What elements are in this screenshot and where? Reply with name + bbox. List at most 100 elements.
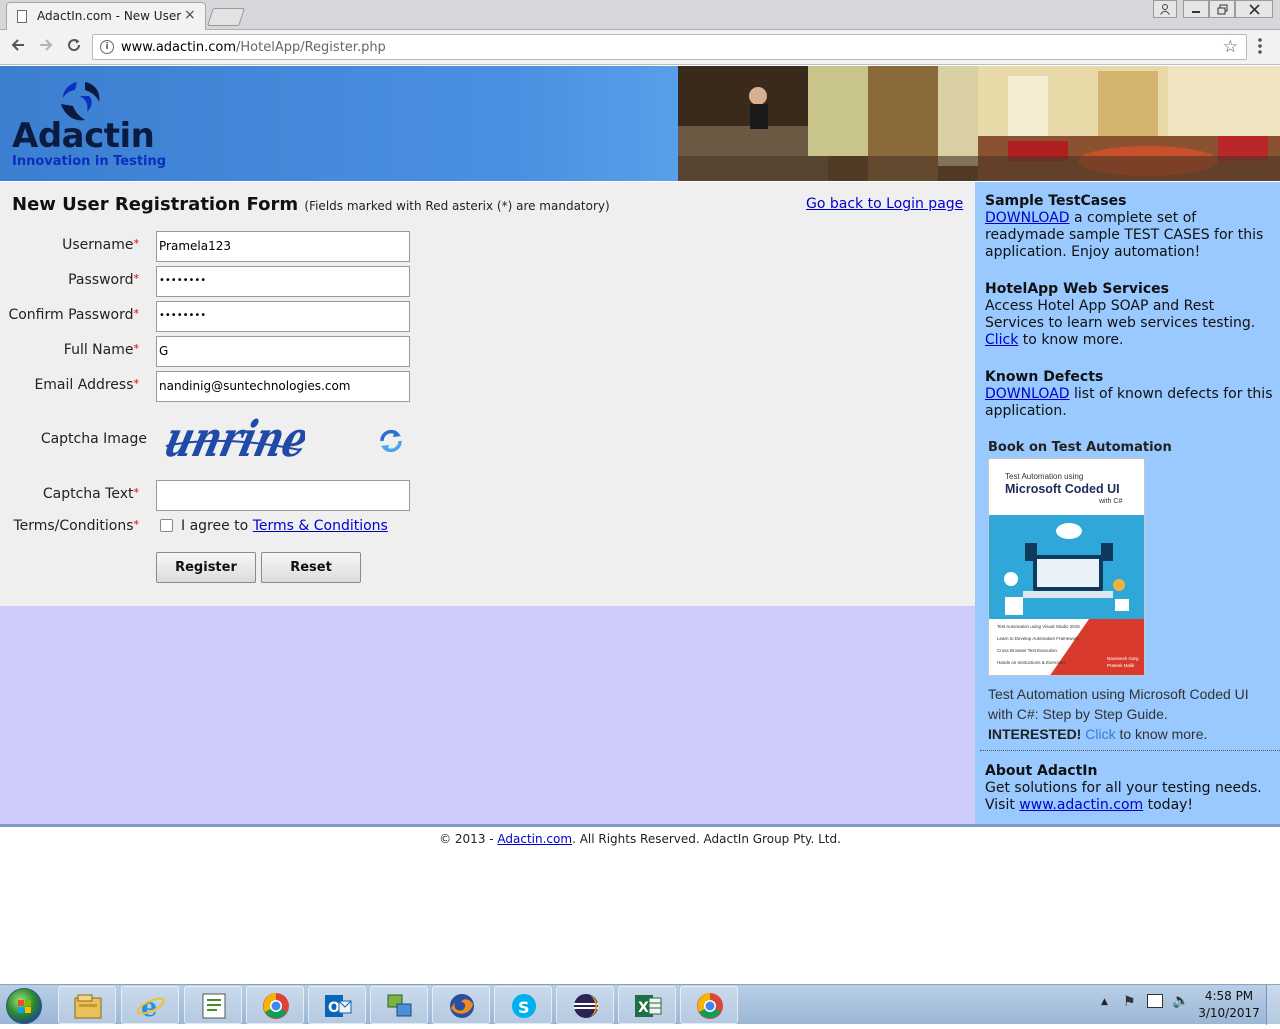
required-marker: * [133,272,140,285]
taskbar-editor[interactable] [184,986,242,1024]
about-heading: About AdactIn [985,763,1098,779]
web-services-heading: HotelApp Web Services [985,281,1169,297]
download-testcases-link[interactable]: DOWNLOAD [985,210,1070,226]
browser-tab[interactable]: AdactIn.com - New User × [6,2,206,30]
book-cover-art: Test Automation using Microsoft Coded UI… [989,459,1144,675]
content-filler-area [0,606,975,824]
refresh-captcha-icon[interactable] [376,426,406,456]
footer: © 2013 - Adactin.com. All Rights Reserve… [0,832,1280,846]
taskbar-excel[interactable]: X [618,986,676,1024]
web-page: Adactin Innovation in Testing New User R… [0,66,1280,965]
vmware-icon [387,994,412,1017]
book-cover-image[interactable]: Test Automation using Microsoft Coded UI… [988,458,1145,676]
taskbar-outlook[interactable]: O [308,986,366,1024]
taskbar-chrome-active[interactable] [680,986,738,1024]
url-host: www.adactin.com [121,40,237,55]
register-button[interactable]: Register [156,552,256,583]
browser-titlebar: AdactIn.com - New User × [0,0,1280,30]
bookmark-star-icon[interactable]: ☆ [1223,37,1238,57]
site-info-icon[interactable]: i [100,40,114,54]
confirm-password-label: Confirm Password* [8,307,139,323]
footer-adactin-link[interactable]: Adactin.com [497,832,572,846]
cover-bullet-2: Learn to Develop Automation Framework [997,636,1080,641]
back-arrow-icon[interactable] [10,37,26,53]
user-profile-button[interactable] [1153,0,1177,18]
back-to-login-link[interactable]: Go back to Login page [806,196,963,212]
adactin-website-link[interactable]: www.adactin.com [1019,797,1143,813]
web-services-text: Access Hotel App SOAP and Rest Services … [985,298,1256,331]
volume-icon[interactable]: 🔈 [1172,993,1189,1009]
book-description: Test Automation using Microsoft Coded UI… [988,684,1273,744]
terms-checkbox[interactable] [160,519,173,532]
email-input[interactable]: nandinig@suntechnologies.com [156,371,410,402]
cover-bullet-4: Hands on Instructions & Exercises [997,660,1066,665]
forward-arrow-icon[interactable] [38,37,54,53]
minimize-icon [1192,11,1200,13]
minimize-button[interactable] [1183,0,1209,18]
username-input[interactable]: Pramela123 [156,231,410,262]
username-label-text: Username [62,237,134,253]
editor-icon [202,993,226,1019]
form-title: New User Registration Form [12,194,299,215]
page-icon [17,10,27,23]
confirm-password-input[interactable]: •••••••• [156,301,410,332]
known-defects-heading: Known Defects [985,369,1104,385]
taskbar-chrome[interactable] [246,986,304,1024]
full-name-label: Full Name* [64,342,139,358]
required-marker: * [133,377,140,390]
windows-logo-icon [18,1000,31,1013]
show-desktop-button[interactable] [1266,985,1280,1025]
address-bar[interactable]: i www.adactin.com/HotelApp/Register.php … [92,34,1247,60]
registration-panel: New User Registration Form (Fields marke… [0,182,975,606]
taskbar-vmware[interactable] [370,986,428,1024]
reset-button[interactable]: Reset [261,552,361,583]
captcha-image-label: Captcha Image [40,431,147,447]
clock-time[interactable]: 4:58 PM [1198,989,1260,1003]
action-center-flag-icon[interactable]: ⚑ [1123,994,1136,1010]
eclipse-icon [574,994,598,1018]
firefox-icon [450,994,474,1018]
cover-title: Microsoft Coded UI [1005,482,1120,496]
sample-testcases-heading: Sample TestCases [985,193,1127,209]
restore-button[interactable] [1209,0,1235,18]
footer-suffix: . All Rights Reserved. AdactIn Group Pty… [572,832,841,846]
book-click-link[interactable]: Click [1085,726,1115,742]
taskbar-firefox[interactable] [432,986,490,1024]
terms-conditions-link[interactable]: Terms & Conditions [253,518,388,534]
new-tab-button[interactable] [207,8,245,26]
tab-title: AdactIn.com - New User [37,9,182,23]
site-header: Adactin Innovation in Testing [0,66,1280,181]
required-marker: * [133,486,140,499]
show-hidden-icons-icon[interactable]: ▲ [1101,997,1108,1007]
user-icon [1160,4,1170,15]
close-tab-icon[interactable]: × [184,7,196,23]
captcha-text-label: Captcha Text* [43,486,139,502]
required-marker: * [133,237,140,250]
hotel-lobby-photo [678,66,1280,181]
terms-label: Terms/Conditions* [13,518,139,534]
reload-icon[interactable] [66,37,82,53]
clock-date[interactable]: 3/10/2017 [1198,1006,1260,1020]
download-defects-link[interactable]: DOWNLOAD [985,386,1070,402]
captcha-image: unrine [160,416,305,468]
browser-menu-icon[interactable] [1257,37,1263,55]
book-heading: Book on Test Automation [988,440,1172,455]
close-window-button[interactable] [1235,0,1273,18]
required-marker: * [133,518,140,531]
taskbar-internet-explorer[interactable]: e [121,986,179,1024]
captcha-text-input[interactable] [156,480,410,511]
password-input[interactable]: •••••••• [156,266,410,297]
taskbar-eclipse[interactable] [556,986,614,1024]
network-icon[interactable] [1147,994,1163,1008]
email-label-text: Email Address [34,377,134,393]
url-path: /HotelApp/Register.php [236,40,386,55]
start-button[interactable] [6,988,42,1024]
cover-bullet-3: Cross Browser Test Execution [997,648,1057,653]
taskbar-skype[interactable]: S [494,986,552,1024]
taskbar-explorer[interactable] [58,986,116,1024]
password-label: Password* [68,272,139,288]
sidebar-divider [980,750,1280,751]
full-name-input[interactable]: G [156,336,410,367]
web-services-click-link[interactable]: Click [985,332,1018,348]
page-title: New User Registration Form (Fields marke… [12,194,610,215]
